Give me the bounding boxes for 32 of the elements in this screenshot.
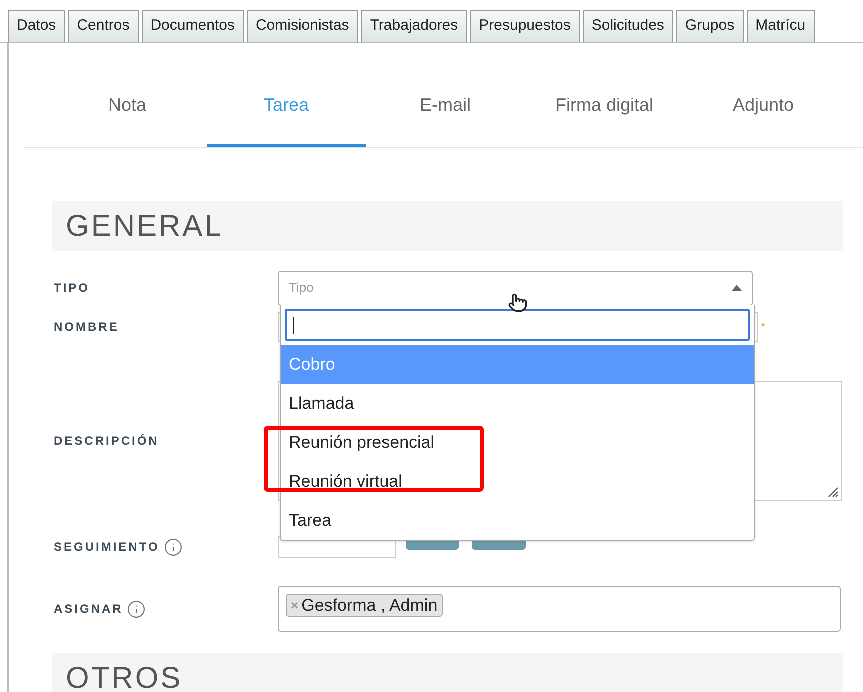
field-label: TIPO (54, 280, 90, 297)
search-field[interactable] (285, 309, 750, 341)
field-label: ASIGNAR (54, 601, 124, 618)
tab[interactable]: Centros (68, 10, 139, 42)
tab[interactable]: Datos (8, 10, 66, 42)
section-title: GENERAL (66, 208, 224, 244)
resize-grip-icon[interactable] (827, 486, 839, 498)
info-icon[interactable] (164, 538, 183, 556)
assign-field[interactable]: × Gesforma , Admin (278, 586, 841, 632)
tab[interactable]: Presupuestos (470, 10, 580, 42)
tab[interactable]: Firma digital (525, 83, 684, 147)
dropdown-option[interactable]: Reunión virtual (281, 462, 754, 501)
section-title: OTROS (66, 660, 183, 692)
dropdown-option[interactable]: Reunión presencial (281, 423, 754, 462)
tab[interactable]: Trabajadores (361, 10, 468, 42)
tag-chip[interactable]: × Gesforma , Admin (286, 594, 443, 617)
tab[interactable]: Comisionistas (246, 10, 358, 42)
field-label: DESCRIPCIÓN (54, 433, 160, 450)
required-mark: * (761, 319, 766, 336)
tab[interactable]: Solicitudes (582, 10, 674, 42)
tab[interactable]: Nota (48, 83, 207, 147)
tab[interactable]: Matrícu (746, 10, 815, 42)
tab[interactable]: Documentos (142, 10, 244, 42)
dropdown-option[interactable]: Llamada (281, 384, 754, 423)
tab[interactable]: Grupos (676, 10, 744, 42)
tag-label: Gesforma , Admin (302, 594, 438, 617)
field-label: NOMBRE (54, 319, 120, 336)
field-label: SEGUIMIENTO (54, 539, 160, 556)
info-icon[interactable] (127, 600, 146, 618)
dropdown-option[interactable]: Tarea (281, 501, 754, 540)
tab[interactable]: Adjunto (684, 83, 843, 147)
tab[interactable]: E-mail (366, 83, 525, 147)
